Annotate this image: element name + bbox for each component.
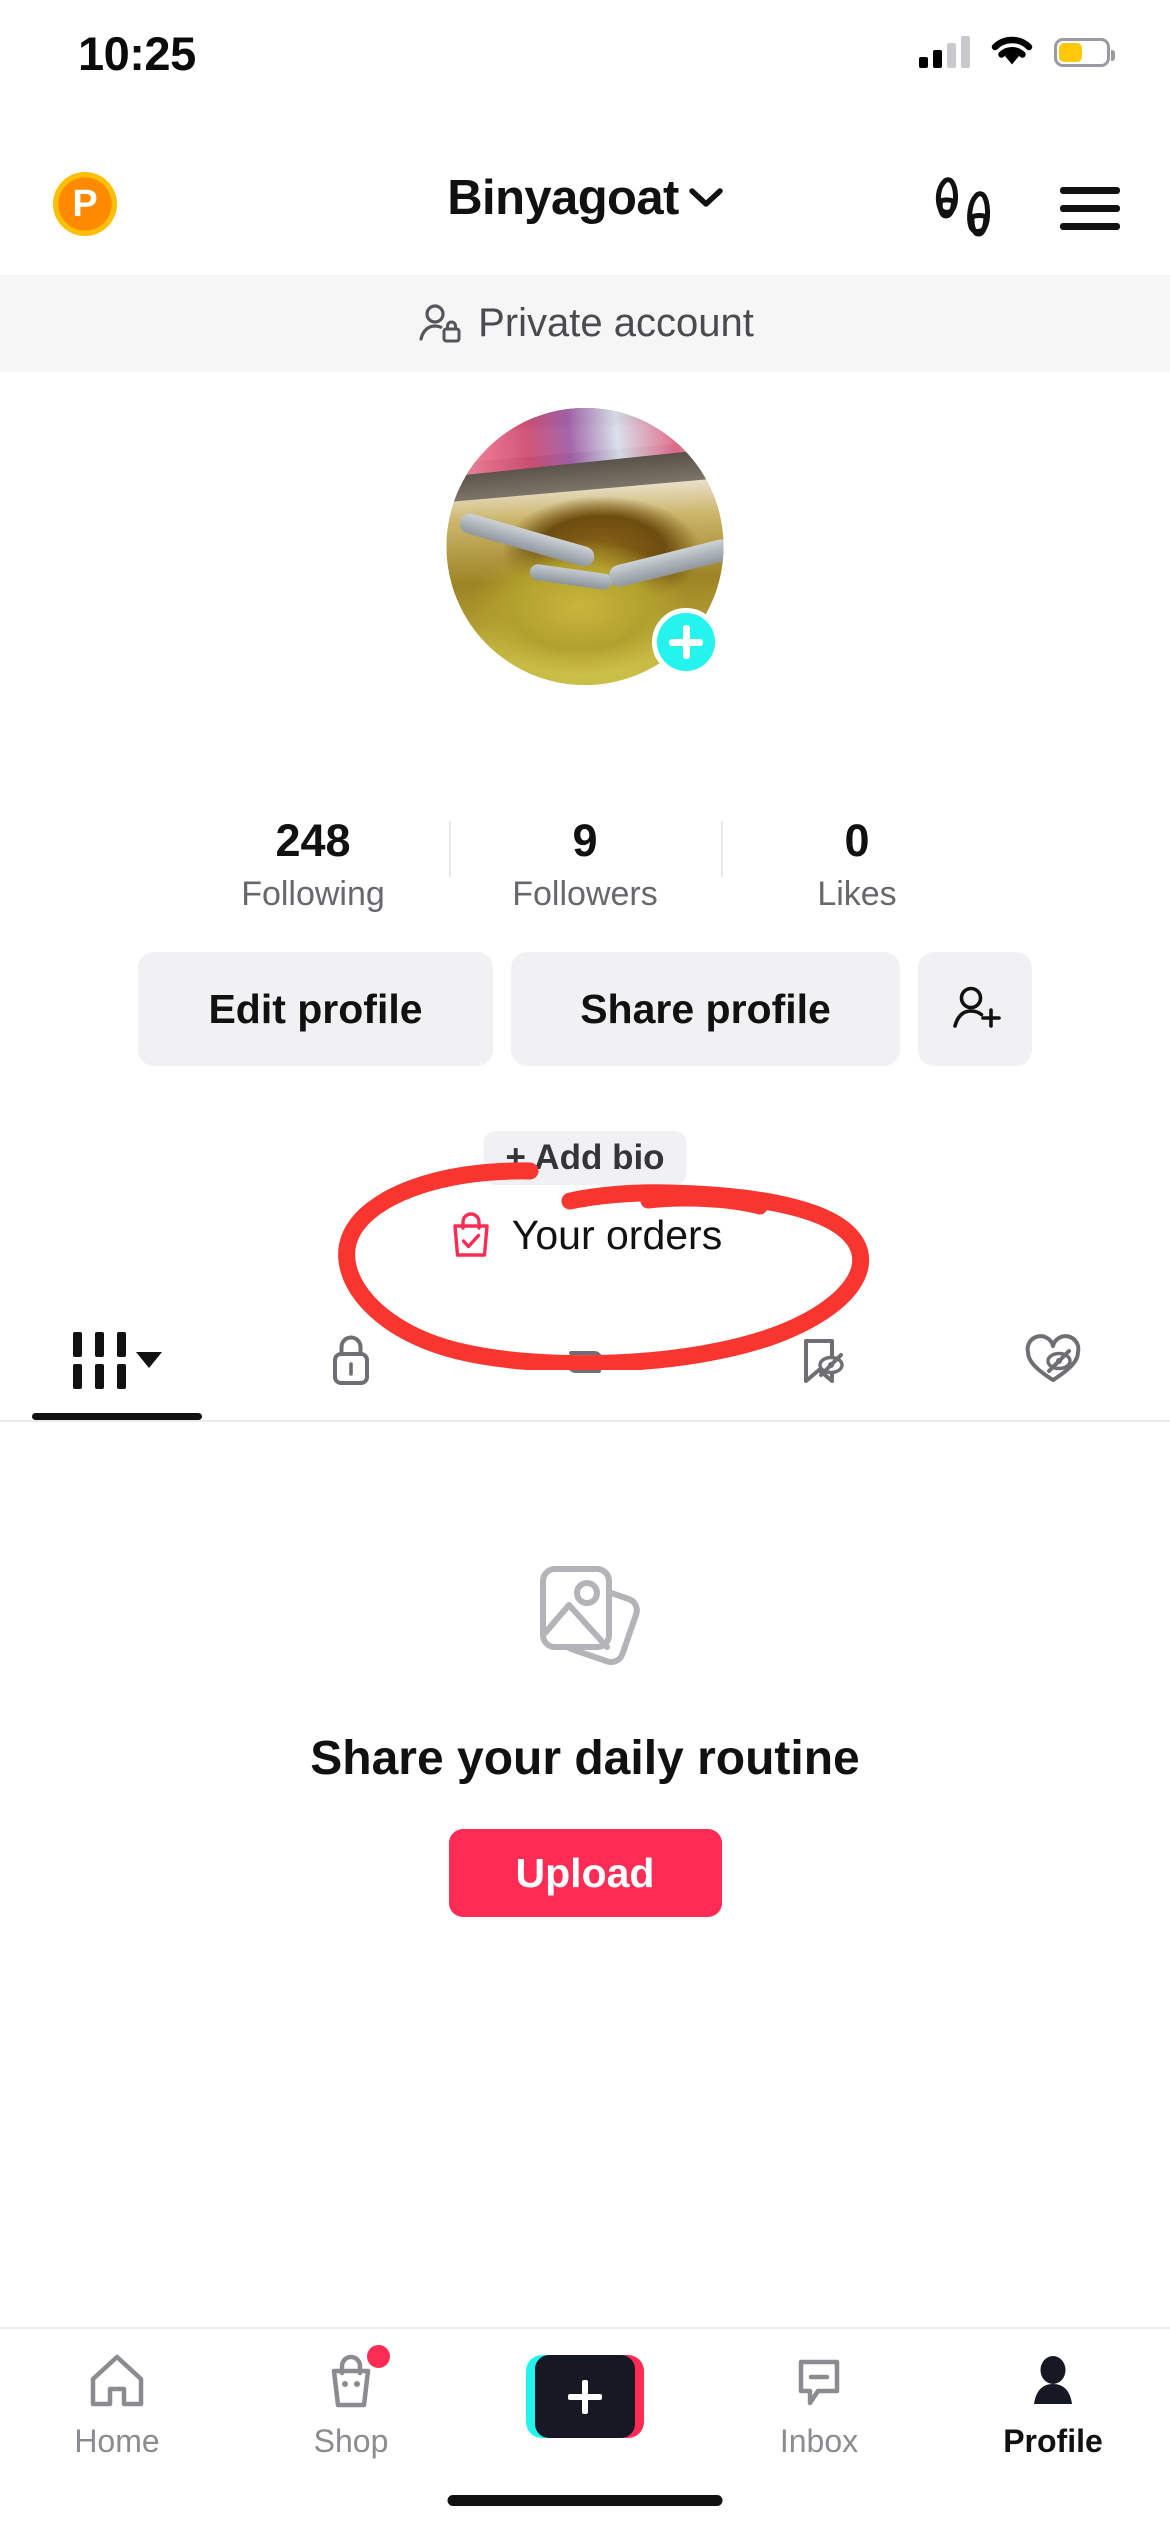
- nav-item-shop[interactable]: Shop: [234, 2329, 468, 2474]
- top-nav-actions: [932, 172, 1120, 244]
- private-account-banner[interactable]: Private account: [0, 275, 1170, 372]
- chevron-down-icon: [688, 188, 723, 207]
- footprints-icon[interactable]: [932, 172, 1002, 244]
- nav-item-profile[interactable]: Profile: [936, 2329, 1170, 2474]
- repost-icon: [565, 1351, 605, 1373]
- add-bio-button[interactable]: + Add bio: [483, 1131, 687, 1185]
- tiktok-profile-screen: 10:25 P Binyagoat Private account 248 Fo…: [0, 0, 1170, 2532]
- edit-profile-button[interactable]: Edit profile: [138, 952, 493, 1066]
- status-bar: 10:25: [0, 0, 1170, 105]
- stat-likes[interactable]: 0 Likes: [721, 815, 993, 914]
- your-orders-row[interactable]: Your orders: [0, 1210, 1170, 1260]
- add-friend-icon: [953, 986, 1001, 1028]
- add-story-plus-icon[interactable]: [652, 608, 720, 676]
- page-title: Binyagoat: [447, 171, 679, 225]
- nav-item-inbox[interactable]: Inbox: [702, 2329, 936, 2474]
- stat-value: 9: [572, 815, 598, 866]
- bookmark-hidden-icon: [804, 1339, 844, 1383]
- create-plus-icon[interactable]: [526, 2355, 644, 2438]
- heart-hidden-icon: [1025, 1334, 1081, 1382]
- stat-followers[interactable]: 9 Followers: [449, 815, 721, 914]
- tab-favorites[interactable]: [702, 1300, 936, 1420]
- hamburger-menu-icon[interactable]: [1060, 186, 1120, 230]
- chevron-down-icon: [135, 1352, 162, 1368]
- tabs-divider: [0, 1420, 1170, 1422]
- stat-value: 0: [844, 815, 870, 866]
- profile-tabs: [0, 1300, 1170, 1420]
- upload-button[interactable]: Upload: [448, 1829, 722, 1917]
- grid-icon: [72, 1331, 162, 1389]
- shop-notification-badge: [367, 2345, 390, 2368]
- avatar-section: [0, 400, 1170, 700]
- home-indicator: [447, 2495, 723, 2506]
- empty-state: Share your daily routine Upload: [0, 1555, 1170, 1917]
- nav-item-create[interactable]: [468, 2329, 702, 2474]
- photos-stack-icon: [540, 1566, 640, 1666]
- nav-label: Home: [74, 2423, 160, 2459]
- stat-value: 248: [275, 815, 351, 866]
- nav-label: Shop: [313, 2423, 389, 2459]
- shopping-bag-check-icon: [453, 1212, 489, 1257]
- nav-item-home[interactable]: Home: [0, 2329, 234, 2474]
- stat-label: Followers: [512, 875, 658, 914]
- stat-following[interactable]: 248 Following: [177, 815, 449, 914]
- stat-label: Likes: [817, 875, 897, 914]
- nav-label: Profile: [1003, 2423, 1103, 2459]
- battery-icon: [1054, 37, 1115, 67]
- tab-reposts[interactable]: [468, 1300, 702, 1420]
- nav-label: Inbox: [779, 2423, 859, 2459]
- status-bar-indicators: [919, 35, 1115, 69]
- status-bar-time: 10:25: [78, 27, 196, 80]
- profile-person-icon: [1034, 2356, 1072, 2404]
- profile-action-buttons: Edit profile Share profile: [0, 952, 1170, 1066]
- empty-state-headline: Share your daily routine: [310, 1732, 860, 1785]
- tab-posts[interactable]: [0, 1300, 234, 1420]
- lock-icon: [333, 1335, 369, 1385]
- person-lock-icon: [419, 303, 461, 342]
- tab-liked[interactable]: [936, 1300, 1170, 1420]
- add-friend-button[interactable]: [918, 952, 1032, 1066]
- your-orders-label: Your orders: [511, 1211, 723, 1258]
- inbox-message-icon: [798, 2359, 840, 2406]
- private-account-label: Private account: [478, 301, 754, 345]
- bottom-navigation-bar: Home Shop Inbox Profile: [0, 2327, 1170, 2532]
- wifi-icon: [991, 36, 1033, 65]
- stat-label: Following: [241, 875, 385, 914]
- home-icon: [90, 2354, 144, 2407]
- profile-stats: 248 Following 9 Followers 0 Likes: [0, 815, 1170, 914]
- active-tab-indicator: [32, 1413, 202, 1420]
- share-profile-button[interactable]: Share profile: [511, 952, 900, 1066]
- tab-private[interactable]: [234, 1300, 468, 1420]
- cellular-signal-icon: [919, 36, 970, 68]
- top-navigation-bar: P Binyagoat: [0, 150, 1170, 260]
